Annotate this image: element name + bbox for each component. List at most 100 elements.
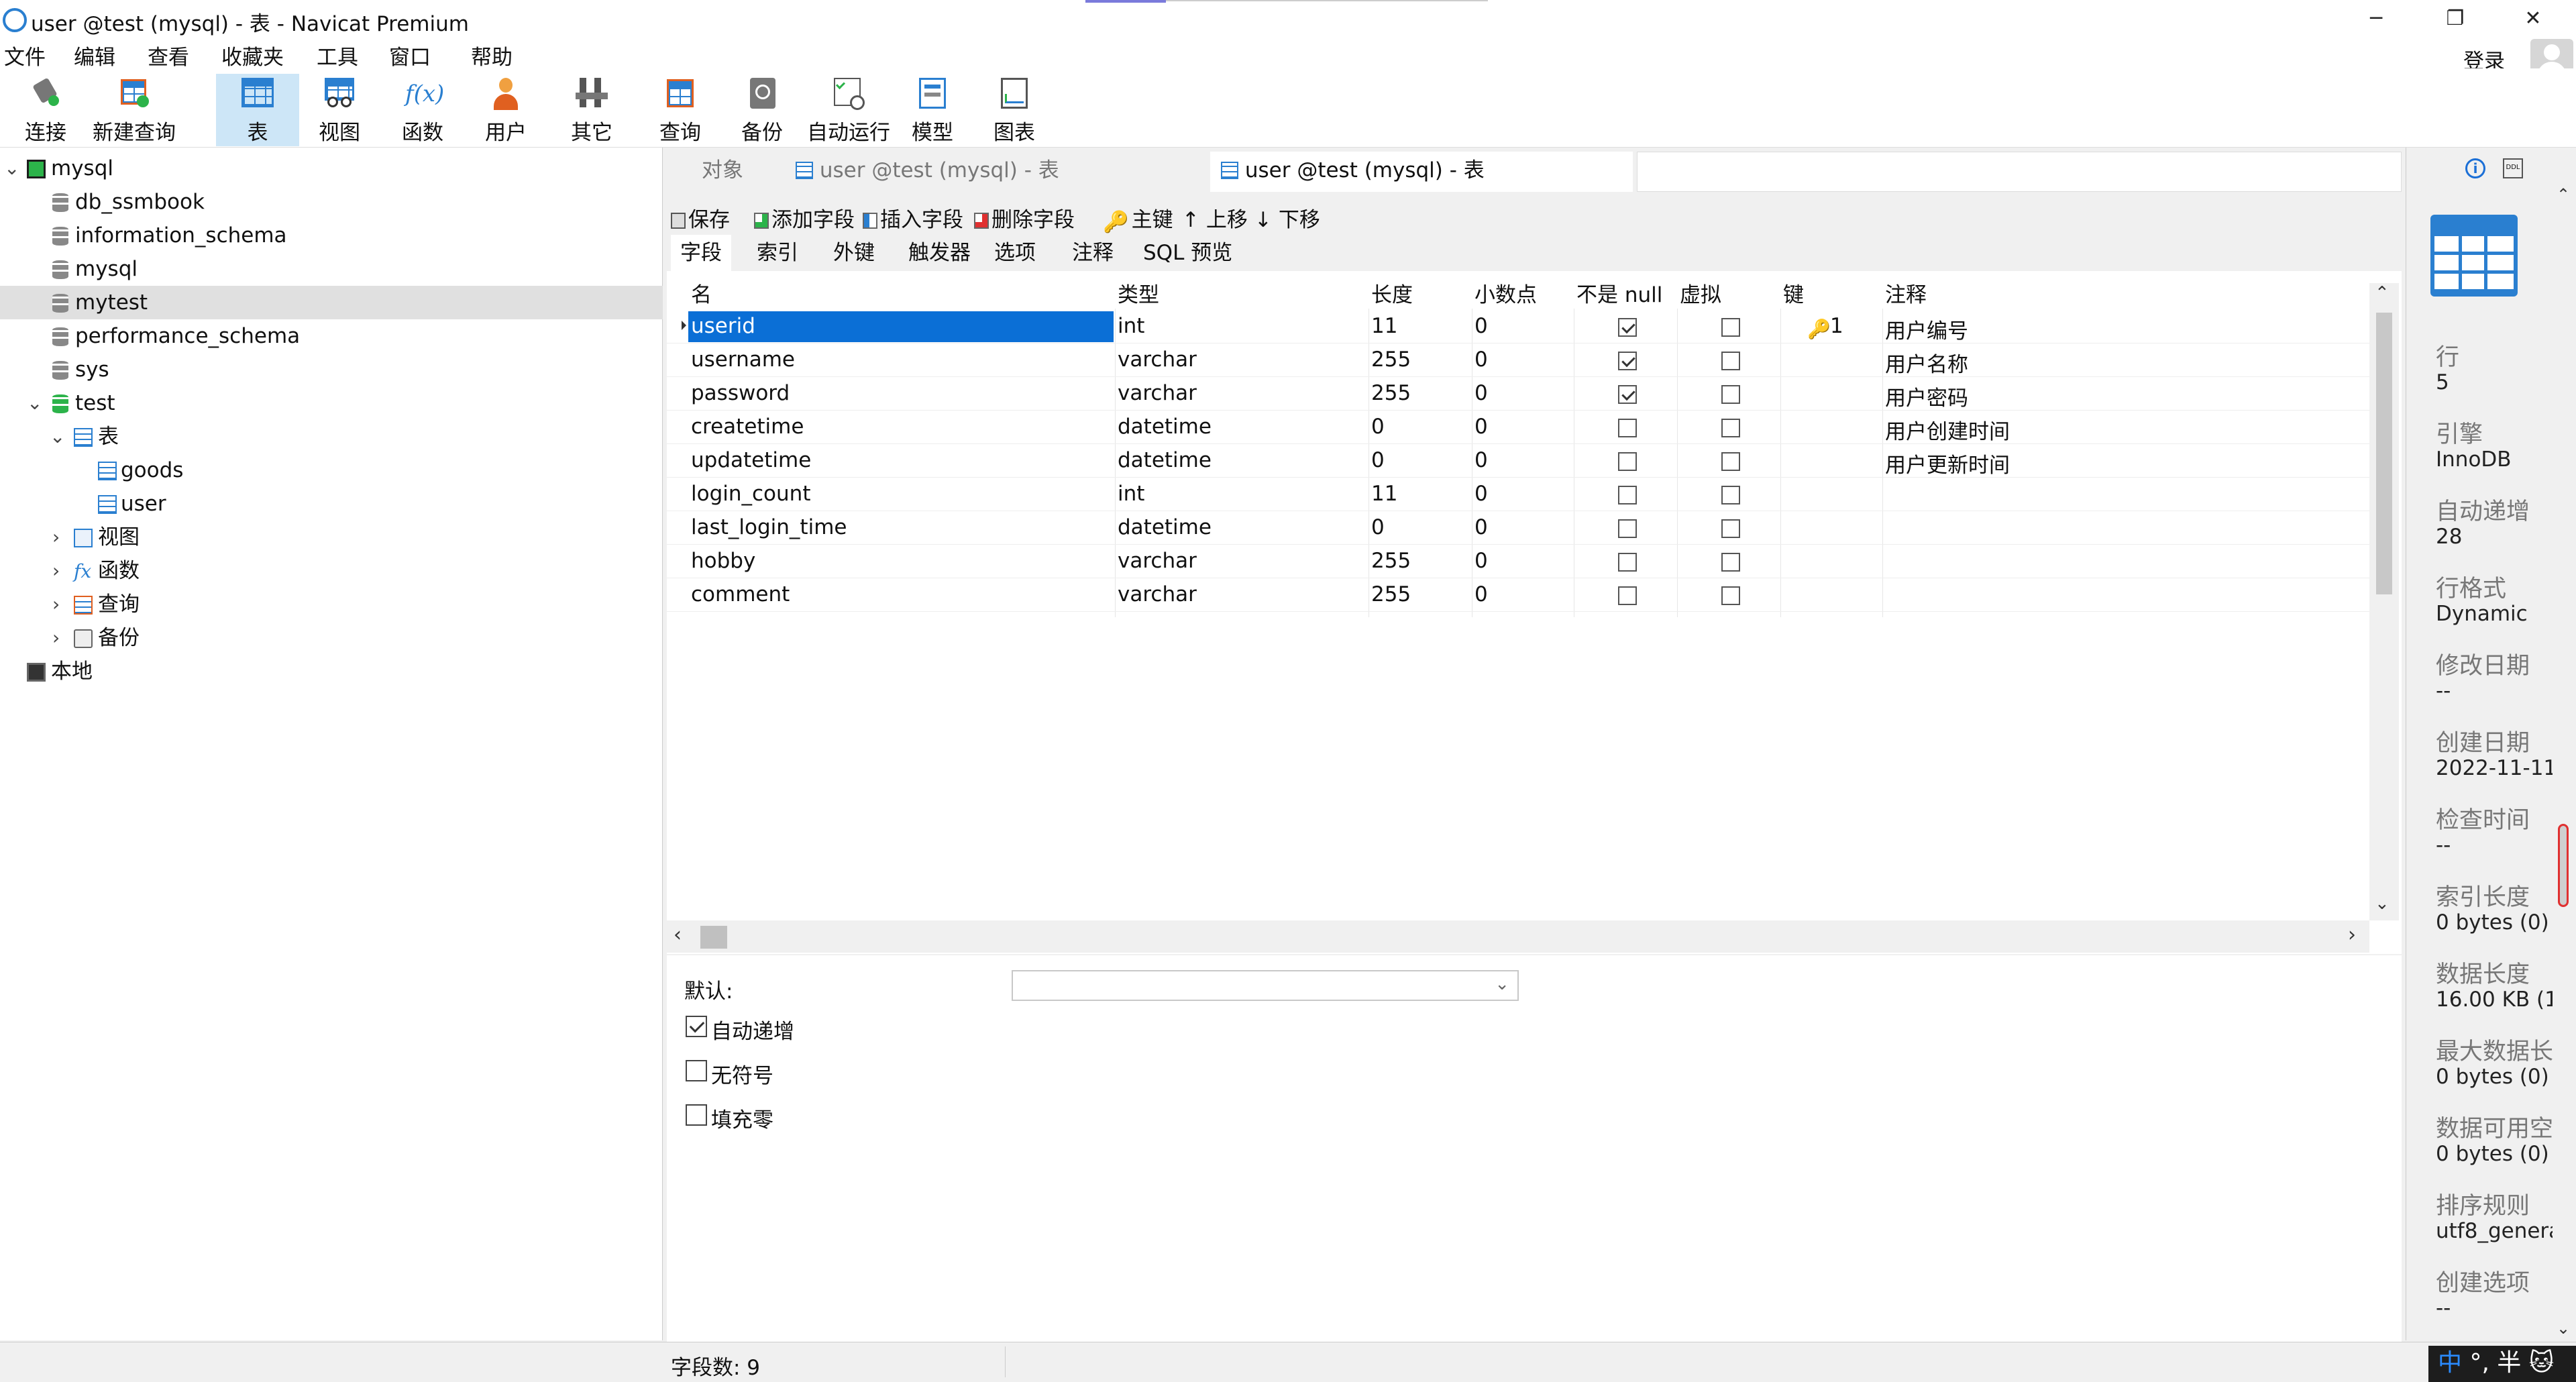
not-null-checkbox[interactable] [1618, 486, 1637, 504]
menu-edit[interactable]: 编辑 [74, 40, 115, 70]
not-null-checkbox[interactable] [1618, 318, 1637, 337]
move-down-button[interactable]: ↓ 下移 [1254, 203, 1320, 233]
field-comment-cell[interactable]: 用户密码 [1885, 381, 1968, 411]
field-name-cell[interactable]: createtime [691, 415, 804, 439]
tree-item-performance-schema[interactable]: performance_schema [0, 319, 663, 353]
toolbar-function-button[interactable]: f(x) 函数 [389, 74, 456, 146]
menu-help[interactable]: 帮助 [471, 40, 513, 70]
tree-item-test[interactable]: ⌄ test [0, 386, 663, 420]
toolbar-backup-button[interactable]: 备份 [729, 74, 796, 146]
scroll-down-icon[interactable]: ⌄ [2375, 894, 2390, 914]
toolbar-query-button[interactable]: 查询 [647, 74, 714, 146]
tree-item-local[interactable]: 本地 [0, 655, 663, 688]
table-row[interactable]: comment varchar 255 0 [667, 578, 2371, 612]
field-decimals-cell[interactable]: 0 [1474, 515, 1488, 539]
tab-sql-preview[interactable]: SQL 预览 [1134, 235, 1242, 271]
virtual-checkbox[interactable] [1721, 352, 1740, 370]
field-name-cell[interactable]: comment [691, 582, 790, 606]
tab-user-table-2[interactable]: user @test (mysql) - 表 [1210, 152, 1633, 192]
table-row[interactable]: updatetime datetime 0 0 用户更新时间 [667, 444, 2371, 478]
menu-favorites[interactable]: 收藏夹 [221, 40, 284, 70]
auto-increment-checkbox[interactable] [686, 1016, 707, 1037]
field-type-cell[interactable]: datetime [1118, 415, 1212, 439]
not-null-checkbox[interactable] [1618, 553, 1637, 572]
tab-fields[interactable]: 字段 [671, 235, 731, 271]
scroll-thumb[interactable] [2558, 824, 2569, 907]
field-name-cell[interactable]: login_count [691, 482, 810, 506]
table-row[interactable]: password varchar 255 0 用户密码 [667, 377, 2371, 411]
chevron-right-icon[interactable]: › [52, 521, 60, 554]
insert-field-button[interactable]: 插入字段 [863, 203, 963, 233]
tree-item-information-schema[interactable]: information_schema [0, 219, 663, 252]
fields-grid[interactable]: 名 类型 长度 小数点 不是 null 虚拟 键 注释 userid int 11 0… [667, 271, 2402, 954]
move-up-button[interactable]: ↑ 上移 [1182, 203, 1248, 233]
field-name-cell[interactable]: last_login_time [691, 515, 847, 539]
save-button[interactable]: 保存 [671, 203, 730, 233]
virtual-checkbox[interactable] [1721, 385, 1740, 404]
field-decimals-cell[interactable]: 0 [1474, 314, 1488, 338]
restore-button[interactable]: ❐ [2435, 4, 2475, 34]
field-length-cell[interactable]: 0 [1371, 415, 1385, 439]
column-header-name[interactable]: 名 [691, 278, 712, 308]
virtual-checkbox[interactable] [1721, 486, 1740, 504]
field-name-cell[interactable]: username [691, 348, 795, 372]
field-type-cell[interactable]: varchar [1118, 381, 1197, 405]
field-type-cell[interactable]: int [1118, 314, 1144, 338]
field-comment-cell[interactable]: 用户更新时间 [1885, 448, 2010, 478]
virtual-checkbox[interactable] [1721, 419, 1740, 437]
add-field-button[interactable]: 添加字段 [754, 203, 855, 233]
scroll-up-icon[interactable]: ⌃ [2375, 283, 2390, 303]
chevron-right-icon[interactable]: › [52, 588, 60, 621]
zerofill-checkbox[interactable] [686, 1104, 707, 1126]
not-null-checkbox[interactable] [1618, 586, 1637, 605]
toolbar-model-button[interactable]: 模型 [899, 74, 966, 146]
tab-objects[interactable]: 对象 [691, 152, 771, 192]
field-comment-cell[interactable]: 用户名称 [1885, 348, 1968, 378]
field-length-cell[interactable]: 255 [1371, 348, 1411, 372]
field-name-cell[interactable]: password [691, 381, 790, 405]
tree-item-tables[interactable]: ⌄ 表 [0, 420, 663, 454]
chevron-down-icon[interactable]: ⌄ [50, 420, 65, 454]
field-type-cell[interactable]: varchar [1118, 348, 1197, 372]
not-null-checkbox[interactable] [1618, 419, 1637, 437]
toolbar-chart-button[interactable]: 图表 [981, 74, 1048, 146]
virtual-checkbox[interactable] [1721, 318, 1740, 337]
scroll-up-icon[interactable]: ⌃ [2557, 185, 2570, 204]
chevron-right-icon[interactable]: › [52, 554, 60, 588]
column-header-virtual[interactable]: 虚拟 [1680, 278, 1721, 308]
scroll-thumb[interactable] [2376, 313, 2392, 594]
scroll-left-icon[interactable]: ‹ [674, 923, 682, 947]
virtual-checkbox[interactable] [1721, 519, 1740, 538]
field-decimals-cell[interactable]: 0 [1474, 415, 1488, 439]
toolbar-connect-button[interactable]: 连接 [12, 74, 79, 146]
delete-field-button[interactable]: 删除字段 [974, 203, 1075, 233]
tab-options[interactable]: 选项 [985, 235, 1045, 271]
field-type-cell[interactable]: datetime [1118, 515, 1212, 539]
chevron-down-icon[interactable]: ⌄ [4, 152, 19, 185]
tab-triggers[interactable]: 触发器 [899, 235, 980, 271]
field-length-cell[interactable]: 255 [1371, 381, 1411, 405]
not-null-checkbox[interactable] [1618, 385, 1637, 404]
unsigned-checkbox[interactable] [686, 1060, 707, 1081]
tree-item-functions[interactable]: › fx 函数 [0, 554, 663, 588]
close-button[interactable]: ✕ [2513, 4, 2553, 34]
field-name-cell[interactable]: userid [691, 314, 755, 338]
horizontal-scrollbar[interactable]: ‹ › [667, 920, 2369, 953]
field-type-cell[interactable]: varchar [1118, 549, 1197, 573]
menu-view[interactable]: 查看 [148, 40, 189, 70]
table-row[interactable]: last_login_time datetime 0 0 [667, 511, 2371, 545]
field-length-cell[interactable]: 0 [1371, 448, 1385, 472]
tree-item-connection-mysql[interactable]: ⌄ mysql [0, 152, 663, 185]
field-decimals-cell[interactable]: 0 [1474, 549, 1488, 573]
field-length-cell[interactable]: 11 [1371, 482, 1397, 506]
scroll-down-icon[interactable]: ⌄ [2557, 1319, 2570, 1338]
field-length-cell[interactable]: 255 [1371, 549, 1411, 573]
table-row[interactable]: username varchar 255 0 用户名称 [667, 343, 2371, 377]
not-null-checkbox[interactable] [1618, 519, 1637, 538]
tree-item-mysql-db[interactable]: mysql [0, 252, 663, 286]
field-name-cell[interactable]: updatetime [691, 448, 811, 472]
tree-item-db-ssmbook[interactable]: db_ssmbook [0, 185, 663, 219]
field-decimals-cell[interactable]: 0 [1474, 348, 1488, 372]
field-comment-cell[interactable]: 用户编号 [1885, 314, 1968, 344]
tree-item-queries[interactable]: › 查询 [0, 588, 663, 621]
